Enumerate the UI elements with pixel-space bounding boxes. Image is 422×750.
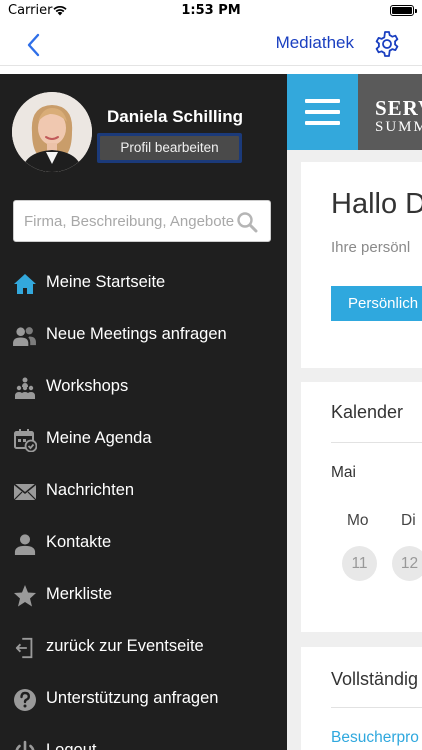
calendar-icon bbox=[12, 428, 37, 452]
person-icon bbox=[12, 532, 37, 556]
navigation-bar: Mediathek bbox=[0, 24, 422, 66]
profile-name: Daniela Schilling bbox=[107, 107, 244, 126]
power-icon bbox=[12, 740, 37, 750]
weekday-label: Mo bbox=[347, 512, 369, 529]
calendar-title: Kalender bbox=[331, 402, 404, 422]
visitor-profile-link[interactable]: Besucherpro bbox=[331, 729, 419, 747]
sidebar-item-workshops[interactable]: Workshops bbox=[0, 362, 287, 414]
sidebar-item-unterstuetzung[interactable]: Unterstützung anfragen bbox=[0, 674, 287, 726]
battery-icon bbox=[390, 5, 417, 16]
sidebar-item-label: Meine Startseite bbox=[46, 273, 166, 291]
calendar-card: Kalender Mai Mo Di 11 12 bbox=[301, 382, 422, 632]
welcome-card: Hallo D Ihre persönl Persönlich bbox=[301, 162, 422, 368]
completion-title: Vollständig bbox=[331, 669, 419, 689]
sidebar-item-label: Workshops bbox=[46, 377, 129, 395]
hamburger-menu-button[interactable] bbox=[287, 74, 358, 150]
sidebar-item-label: Neue Meetings anfragen bbox=[46, 325, 227, 343]
avatar[interactable] bbox=[12, 92, 92, 172]
divider bbox=[331, 442, 422, 443]
sidebar-item-neue-meetings[interactable]: Neue Meetings anfragen bbox=[0, 310, 287, 362]
clock: 1:53 PM bbox=[181, 3, 241, 18]
sidebar-item-label: Merkliste bbox=[46, 585, 113, 603]
personal-profile-button[interactable]: Persönlich bbox=[331, 286, 422, 321]
greeting-title: Hallo D bbox=[331, 188, 422, 220]
sidebar-item-label: Logout bbox=[46, 741, 97, 750]
sidebar-item-logout[interactable]: Logout bbox=[0, 726, 287, 750]
star-icon bbox=[12, 584, 37, 608]
sidebar-item-meine-agenda[interactable]: Meine Agenda bbox=[0, 414, 287, 466]
mediathek-link[interactable]: Mediathek bbox=[276, 33, 354, 53]
edit-profile-button[interactable]: Profil bearbeiten bbox=[97, 133, 242, 163]
profile-photo bbox=[12, 92, 92, 172]
brand-logo: SERV SUMM bbox=[375, 98, 422, 135]
search-box bbox=[13, 200, 271, 242]
sidebar-item-merkliste[interactable]: Merkliste bbox=[0, 570, 287, 622]
brand-logo-line1: SERV bbox=[375, 96, 422, 120]
workshop-icon bbox=[12, 376, 37, 400]
weekday-label: Di bbox=[401, 512, 416, 529]
divider bbox=[331, 707, 422, 708]
main-content: SERV SUMM Hallo D Ihre persönl Persönlic… bbox=[287, 74, 422, 750]
sidebar-item-nachrichten[interactable]: Nachrichten bbox=[0, 466, 287, 518]
status-bar: Carrier 1:53 PM bbox=[0, 0, 422, 24]
home-icon bbox=[12, 272, 37, 296]
calendar-date[interactable]: 12 bbox=[392, 546, 422, 581]
sidebar-item-kontakte[interactable]: Kontakte bbox=[0, 518, 287, 570]
greeting-subtitle: Ihre persönl bbox=[331, 239, 411, 256]
sidebar-item-label: zurück zur Eventseite bbox=[46, 637, 204, 655]
chevron-left-icon[interactable] bbox=[20, 30, 50, 60]
gear-icon[interactable] bbox=[372, 29, 402, 59]
app-header: SERV SUMM bbox=[287, 74, 422, 150]
hamburger-bar bbox=[305, 110, 340, 114]
sidebar-item-label: Meine Agenda bbox=[46, 429, 152, 447]
sidebar-item-label: Kontakte bbox=[46, 533, 112, 551]
calendar-month: Mai bbox=[331, 464, 356, 481]
people-icon bbox=[12, 324, 37, 348]
completion-card: Vollständig Besucherpro bbox=[301, 647, 422, 750]
exit-icon bbox=[12, 636, 37, 660]
sidebar-item-label: Unterstützung anfragen bbox=[46, 689, 219, 707]
brand-logo-line2: SUMM bbox=[375, 119, 422, 135]
edit-profile-label: Profil bearbeiten bbox=[100, 136, 239, 160]
sidebar-nav: Meine Startseite Neue Meetings anfragen … bbox=[0, 258, 287, 750]
sidebar-item-label: Nachrichten bbox=[46, 481, 135, 499]
search-icon[interactable] bbox=[236, 211, 258, 233]
calendar-date[interactable]: 11 bbox=[342, 546, 377, 581]
hamburger-bar bbox=[305, 99, 340, 103]
help-icon bbox=[12, 688, 37, 712]
sidebar-menu: Daniela Schilling Profil bearbeiten Mein… bbox=[0, 74, 287, 750]
sidebar-item-meine-startseite[interactable]: Meine Startseite bbox=[0, 258, 287, 310]
hamburger-bar bbox=[305, 121, 340, 125]
envelope-icon bbox=[12, 480, 37, 504]
sidebar-item-zurueck-eventseite[interactable]: zurück zur Eventseite bbox=[0, 622, 287, 674]
search-input[interactable] bbox=[24, 201, 234, 241]
